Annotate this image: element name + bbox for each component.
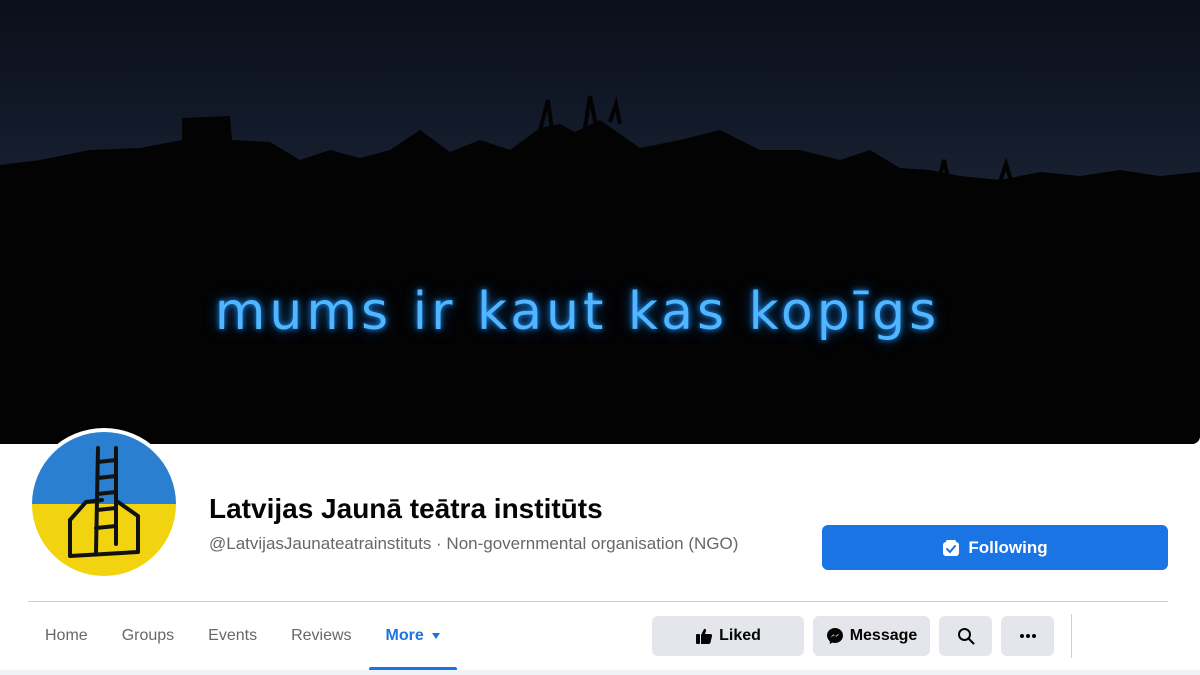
message-button[interactable]: Message — [813, 616, 930, 656]
page-subtitle: @LatvijasJaunateatrainstituts · Non-gove… — [209, 534, 739, 553]
messenger-icon — [826, 628, 843, 644]
liked-label: Liked — [719, 627, 761, 644]
tab-label: Home — [45, 627, 88, 644]
page-avatar[interactable] — [28, 428, 180, 580]
message-label: Message — [849, 627, 918, 644]
search-button[interactable] — [939, 616, 992, 656]
following-check-icon — [943, 539, 960, 556]
tab-groups[interactable]: Groups — [105, 602, 191, 670]
following-label: Following — [968, 537, 1048, 557]
tab-label: Reviews — [291, 627, 352, 644]
tab-more[interactable]: More — [368, 602, 458, 670]
ladder-house-logo — [68, 446, 140, 558]
bottom-border — [0, 670, 1200, 675]
avatar-logo — [32, 432, 176, 576]
cover-photo[interactable]: mums ir kaut kas kopīgs — [0, 0, 1200, 444]
cover-caption: mums ir kaut kas kopīgs — [214, 282, 941, 342]
page-title: Latvijas Jaunā teātra institūts — [209, 493, 603, 524]
tab-events[interactable]: Events — [191, 602, 274, 670]
liked-button[interactable]: Liked — [652, 616, 804, 656]
tab-label: Events — [208, 627, 258, 644]
tab-reviews[interactable]: Reviews — [274, 602, 368, 670]
thumbs-up-icon — [696, 628, 713, 644]
ellipsis-icon — [1019, 634, 1036, 638]
more-options-button[interactable] — [1001, 616, 1054, 656]
skyline-silhouette — [0, 95, 1200, 444]
tab-home[interactable]: Home — [28, 602, 105, 670]
page-tabs: Home Groups Events Reviews More — [28, 602, 458, 670]
tab-label: More — [385, 627, 424, 644]
action-separator — [1071, 614, 1072, 658]
following-button[interactable]: Following — [822, 525, 1168, 570]
tab-label: Groups — [121, 627, 175, 644]
caret-down-icon — [431, 633, 440, 639]
search-icon — [957, 628, 974, 645]
